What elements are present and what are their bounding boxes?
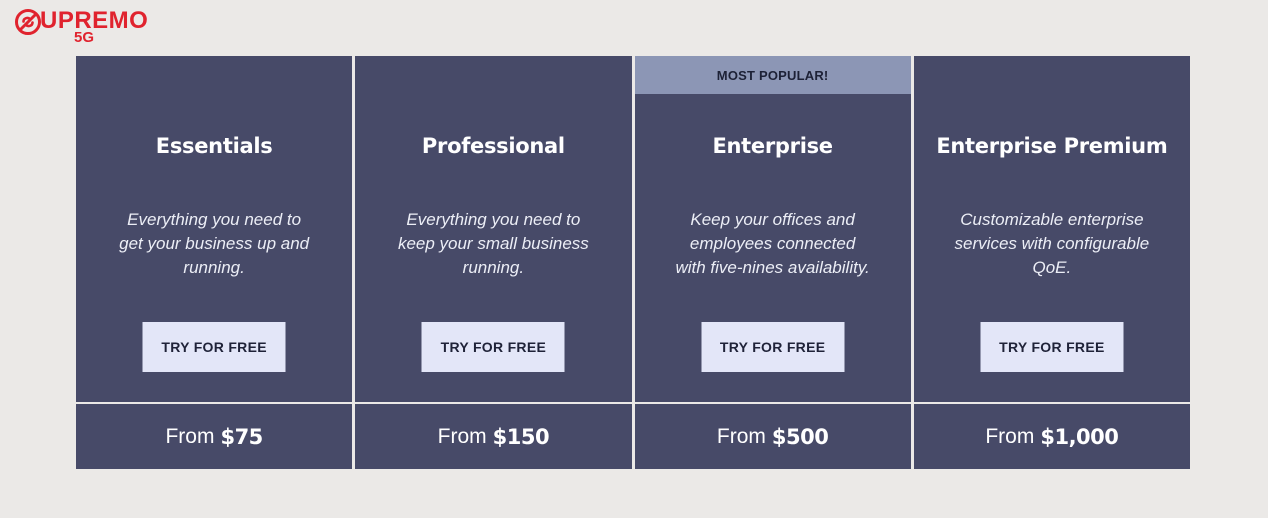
plan-description: Customizable enterprise services with co… bbox=[954, 210, 1150, 277]
plan-description: Keep your offices and employees connecte… bbox=[675, 210, 870, 277]
try-for-free-button[interactable]: TRY FOR FREE bbox=[980, 322, 1124, 372]
plan-price: From $150 bbox=[355, 404, 631, 469]
plan-name: Professional bbox=[421, 134, 565, 158]
try-for-free-button[interactable]: TRY FOR FREE bbox=[142, 322, 286, 372]
brand-sub: 5G bbox=[74, 29, 95, 46]
plan-price: From $1,000 bbox=[914, 404, 1190, 469]
plan-name: Essentials bbox=[155, 134, 273, 158]
plan-card-essentials: Essentials Everything you need to get yo… bbox=[76, 56, 353, 469]
price-amount: $1,000 bbox=[1040, 424, 1119, 449]
price-amount: $75 bbox=[220, 424, 263, 449]
brand-name: UPREMO bbox=[40, 7, 149, 34]
plan-card-professional: Professional Everything you need to keep… bbox=[355, 56, 632, 469]
plan-price: From $75 bbox=[76, 404, 352, 469]
try-for-free-button[interactable]: TRY FOR FREE bbox=[421, 322, 565, 372]
plan-price: From $500 bbox=[635, 404, 911, 469]
price-amount: $150 bbox=[492, 424, 550, 449]
try-for-free-button[interactable]: TRY FOR FREE bbox=[701, 322, 845, 372]
price-prefix: From bbox=[165, 424, 215, 448]
supremo-logo-icon bbox=[15, 9, 41, 35]
plan-card-enterprise: MOST POPULAR! Enterprise Keep your offic… bbox=[634, 56, 911, 469]
price-amount: $500 bbox=[771, 424, 829, 449]
plan-description: Everything you need to keep your small b… bbox=[397, 210, 589, 277]
plan-name: Enterprise Premium bbox=[936, 134, 1168, 158]
plan-details: Professional Everything you need to keep… bbox=[355, 56, 632, 404]
price-prefix: From bbox=[985, 424, 1035, 448]
plan-details: Enterprise Premium Customizable enterpri… bbox=[913, 56, 1190, 404]
pricing-table: Essentials Everything you need to get yo… bbox=[76, 56, 1190, 469]
price-prefix: From bbox=[437, 424, 487, 448]
most-popular-badge: MOST POPULAR! bbox=[634, 56, 911, 94]
plan-details: Essentials Everything you need to get yo… bbox=[76, 56, 353, 404]
plan-details: MOST POPULAR! Enterprise Keep your offic… bbox=[634, 56, 911, 404]
brand-logo[interactable]: UPREMO 5G bbox=[14, 6, 174, 46]
price-prefix: From bbox=[716, 424, 766, 448]
plan-description: Everything you need to get your business… bbox=[119, 210, 310, 277]
plan-name: Enterprise bbox=[712, 134, 833, 158]
plan-card-enterprise-premium: Enterprise Premium Customizable enterpri… bbox=[913, 56, 1190, 469]
